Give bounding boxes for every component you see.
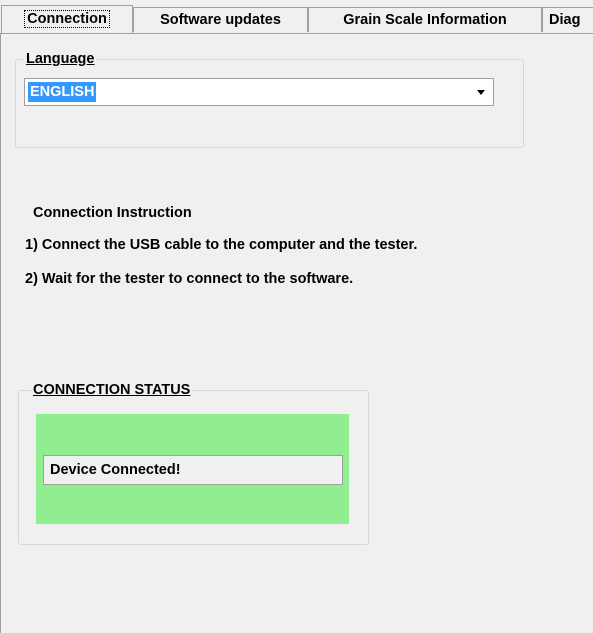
instruction-heading: Connection Instruction (33, 205, 192, 221)
instruction-step-2: 2) Wait for the tester to connect to the… (25, 271, 354, 287)
tab-connection-label: Connection (24, 10, 110, 28)
connection-status-title: CONNECTION STATUS (31, 381, 193, 399)
instruction-step-1: 1) Connect the USB cable to the computer… (25, 237, 418, 253)
status-panel: Device Connected! (36, 414, 349, 524)
tab-diagnostics[interactable]: Diag (542, 7, 593, 32)
tab-connection[interactable]: Connection (1, 5, 133, 34)
language-group: Language ENGLISH (15, 50, 524, 148)
language-dropdown[interactable]: ENGLISH (24, 78, 494, 106)
language-group-title: Language (24, 50, 97, 68)
tab-software-updates[interactable]: Software updates (133, 7, 308, 32)
tab-strip: Connection Software updates Grain Scale … (0, 0, 593, 34)
tab-grain-scale-information[interactable]: Grain Scale Information (308, 7, 542, 32)
tab-diagnostics-label: Diag (549, 12, 581, 28)
tab-software-updates-label: Software updates (160, 12, 281, 28)
chevron-down-icon[interactable] (477, 90, 485, 95)
status-message: Device Connected! (43, 455, 343, 485)
tab-grain-scale-information-label: Grain Scale Information (343, 12, 507, 28)
language-selected-value: ENGLISH (28, 82, 97, 102)
connection-status-group: CONNECTION STATUS Device Connected! (18, 381, 369, 545)
